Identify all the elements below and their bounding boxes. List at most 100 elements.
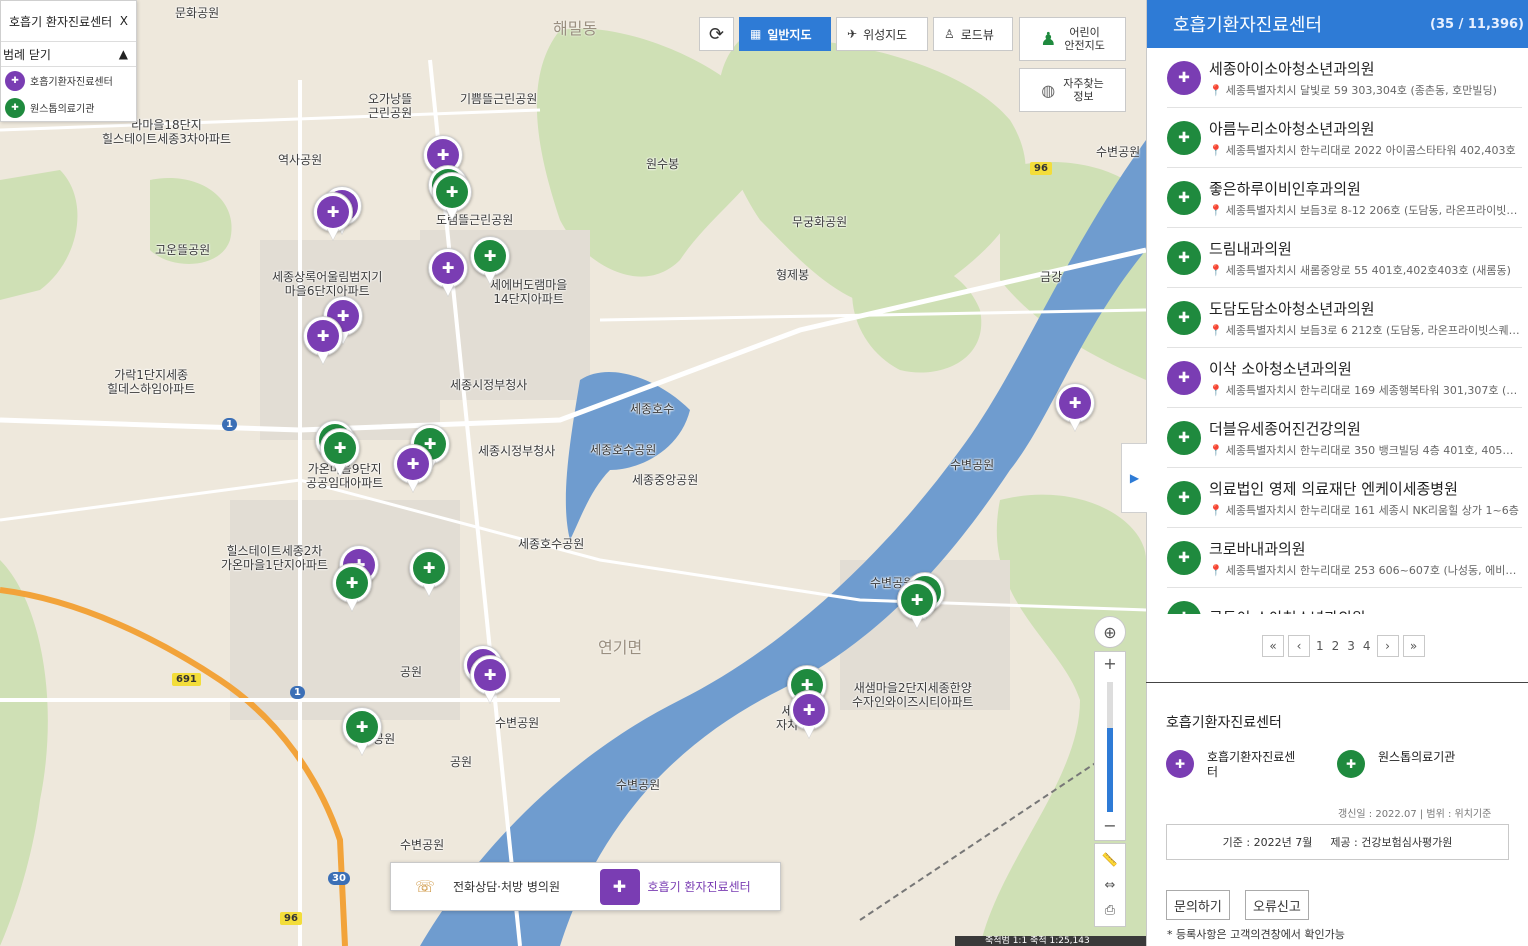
respiratory-center-marker[interactable]: ✚	[428, 248, 472, 300]
medical-kit-icon: ✚	[1167, 540, 1201, 575]
clinic-list-item[interactable]: ✚ 곰돌이 소아청소년과의원	[1167, 588, 1522, 614]
sidebar-divider	[1146, 682, 1528, 683]
map-type-label: 로드뷰	[960, 27, 994, 42]
page-2[interactable]: 2	[1330, 639, 1342, 653]
onestop-clinic-marker[interactable]: ✚	[409, 548, 453, 600]
clinic-address: 📍 세종특별자치시 한누리대로 169 세종행복타워 301,307호 (나성동)	[1209, 382, 1522, 398]
respiratory-center-filter-button[interactable]: ✚ 호흡기 환자진료센터	[586, 863, 781, 910]
ruler-icon[interactable]: 📏	[1102, 853, 1118, 868]
child-safety-icon: ♟	[1040, 28, 1057, 50]
place-label: 역사공원	[278, 153, 323, 167]
onestop-clinic-marker[interactable]: ✚	[432, 172, 476, 224]
onestop-clinic-marker[interactable]: ✚	[332, 563, 376, 615]
doctor-icon: ✚	[1167, 360, 1201, 395]
legend-item-onestop: ✚ 원스톱의료기관	[1, 94, 136, 121]
onestop-clinic-marker[interactable]: ✚	[897, 580, 941, 632]
clinic-list-item[interactable]: ✚ 도담도담소아청소년과의원 📍 세종특별자치시 보듬3로 6 212호 (도담동, …	[1167, 288, 1522, 348]
onestop-clinic-marker[interactable]: ✚	[342, 707, 386, 759]
sidebar-legend-label: 원스톱의료기관	[1378, 750, 1456, 764]
clinic-list-item[interactable]: ✚ 더블유세종어진건강의원 📍 세종특별자치시 한누리대로 350 뱅크빌딩 4층 4…	[1167, 408, 1522, 468]
respiratory-center-marker[interactable]: ✚	[1055, 383, 1099, 435]
sidebar-collapse-button[interactable]: ▶	[1121, 443, 1147, 513]
last-page-button[interactable]: »	[1402, 635, 1425, 657]
place-label: 공원	[400, 665, 423, 679]
legend-item-label: 원스톱의료기관	[30, 104, 95, 115]
map-type-general-button[interactable]: ▦ 일반지도	[739, 17, 831, 51]
page-4[interactable]: 4	[1361, 639, 1373, 653]
medical-kit-icon: ✚	[1337, 750, 1365, 778]
map-type-roadview-button[interactable]: ♙ 로드뷰	[933, 17, 1013, 51]
child-safety-map-button[interactable]: ♟ 어린이 안전지도	[1019, 17, 1126, 61]
page-1[interactable]: 1	[1314, 639, 1326, 653]
clinic-name: 이삭 소아청소년과의원	[1209, 359, 1352, 378]
footnote: * 등록사항은 고객의견창에서 확인가능	[1167, 928, 1345, 941]
clinic-list-item[interactable]: ✚ 의료법인 영제 의료재단 엔케이세종병원 📍 세종특별자치시 한누리대로 161 …	[1167, 468, 1522, 528]
zoom-slider[interactable]	[1107, 682, 1113, 812]
zoom-in-button[interactable]: +	[1103, 654, 1116, 673]
refresh-button[interactable]: ⟳	[699, 17, 734, 51]
respiratory-center-marker[interactable]: ✚	[313, 192, 357, 244]
clinic-name: 곰돌이 소아청소년과의원	[1209, 607, 1522, 614]
place-label: 형제봉	[776, 268, 810, 282]
clinic-info: 곰돌이 소아청소년과의원	[1209, 607, 1522, 614]
phone-consult-icon: ☏	[414, 877, 435, 896]
person-icon: ♙	[944, 27, 955, 41]
legend-section-title: 호흡기환자진료센터	[1166, 715, 1282, 731]
clinic-info: 드림내과의원 📍 세종특별자치시 새롬중앙로 55 401호,402호403호 (새…	[1209, 238, 1522, 278]
location-pin-icon: 📍	[1209, 263, 1223, 277]
address-text: 세종특별자치시 달빛로 59 303,304호 (종촌동, 호만빌딩)	[1225, 83, 1497, 97]
prev-page-button[interactable]: ‹	[1288, 635, 1310, 657]
first-page-button[interactable]: «	[1262, 635, 1284, 657]
clinic-list-item[interactable]: ✚ 드림내과의원 📍 세종특별자치시 새롬중앙로 55 401호,402호403호 (…	[1167, 228, 1522, 288]
address-text: 세종특별자치시 한누리대로 253 606~607호 (나성동, 에비뉴힐)	[1225, 563, 1522, 577]
address-text: 세종특별자치시 한누리대로 350 뱅크빌딩 4층 401호, 405호 (어진…	[1225, 443, 1522, 457]
map-canvas[interactable]: 문화공원 해밀동 오가낭뜰 근린공원 기쁨뜰근린공원 라마을18단지 힐스테이트세종3차…	[0, 0, 1146, 946]
clinic-list-item[interactable]: ✚ 크로바내과의원 📍 세종특별자치시 한누리대로 253 606~607호 (나성동…	[1167, 528, 1522, 588]
pagination: « ‹ 1 2 3 4 › »	[1262, 633, 1425, 659]
onestop-clinic-marker[interactable]: ✚	[470, 236, 514, 288]
address-text: 세종특별자치시 보듬3로 8-12 206호 (도담동, 라온프라이빗스퀘어)	[1225, 203, 1522, 217]
location-pin-icon: 📍	[1209, 503, 1223, 517]
location-pin-icon: 📍	[1209, 143, 1223, 157]
clinic-list-item[interactable]: ✚ 아름누리소아청소년과의원 📍 세종특별자치시 한누리대로 2022 아이콤스타타워…	[1167, 108, 1522, 168]
clinic-list-item[interactable]: ✚ 세종아이소아청소년과의원 📍 세종특별자치시 달빛로 59 303,304호 (종…	[1167, 48, 1522, 108]
mask-icon: ◍	[1041, 80, 1056, 100]
map-type-satellite-button[interactable]: ✈ 위성지도	[836, 17, 928, 51]
respiratory-center-marker[interactable]: ✚	[393, 444, 437, 496]
clinic-list-item[interactable]: ✚ 이삭 소아청소년과의원 📍 세종특별자치시 한누리대로 169 세종행복타워 30…	[1167, 348, 1522, 408]
location-pin-icon: 📍	[1209, 563, 1223, 577]
source-provider: 제공 : 건강보험심사평가원	[1330, 836, 1453, 849]
phone-consult-filter-button[interactable]: ☏ 전화상담·처방 병의원	[391, 863, 586, 910]
map-tools: 📏 ⇔ ⎙	[1094, 843, 1126, 927]
respiratory-center-marker[interactable]: ✚	[470, 655, 514, 707]
respiratory-center-marker[interactable]: ✚	[303, 316, 347, 368]
next-page-button[interactable]: ›	[1376, 635, 1399, 657]
clinic-address: 📍 세종특별자치시 보듬3로 6 212호 (도담동, 라온프라이빗스퀘어)	[1209, 322, 1522, 338]
clinic-address: 📍 세종특별자치시 보듬3로 8-12 206호 (도담동, 라온프라이빗스퀘어)	[1209, 202, 1522, 218]
my-location-button[interactable]: ⊕	[1094, 616, 1126, 648]
place-label: 세종중앙공원	[632, 473, 699, 487]
place-label: 원수봉	[646, 157, 680, 171]
frequent-info-button[interactable]: ◍ 자주찾는 정보	[1019, 68, 1126, 112]
zoom-out-button[interactable]: −	[1100, 816, 1120, 835]
clinic-list[interactable]: ✚ 세종아이소아청소년과의원 📍 세종특별자치시 달빛로 59 303,304호 (종…	[1167, 48, 1522, 614]
print-icon[interactable]: ⎙	[1105, 903, 1115, 918]
medical-kit-icon: ✚	[1167, 180, 1201, 215]
respiratory-center-marker[interactable]: ✚	[789, 690, 833, 742]
area-measure-icon[interactable]: ⇔	[1105, 878, 1116, 893]
onestop-clinic-marker[interactable]: ✚	[320, 428, 364, 480]
zoom-level-fill	[1107, 727, 1113, 812]
legend-close-button[interactable]: X	[120, 14, 128, 28]
clinic-list-item[interactable]: ✚ 좋은하루이비인후과의원 📍 세종특별자치시 보듬3로 8-12 206호 (도담동…	[1167, 168, 1522, 228]
chevron-up-icon: ▲	[118, 47, 128, 61]
route-shield: 96	[1030, 162, 1052, 175]
page-3[interactable]: 3	[1345, 639, 1357, 653]
legend-toggle-button[interactable]: 범례 닫기 ▲	[1, 41, 136, 67]
clinic-address: 📍 세종특별자치시 새롬중앙로 55 401호,402호403호 (새롬동)	[1209, 262, 1522, 278]
doctor-icon: ✚	[1167, 60, 1201, 95]
address-text: 세종특별자치시 한누리대로 169 세종행복타워 301,307호 (나성동)	[1225, 383, 1522, 397]
clinic-info: 더블유세종어진건강의원 📍 세종특별자치시 한누리대로 350 뱅크빌딩 4층 40…	[1209, 418, 1522, 458]
place-label: 해밀동	[553, 19, 598, 38]
report-error-button[interactable]: 오류신고	[1245, 890, 1309, 920]
inquiry-button[interactable]: 문의하기	[1166, 890, 1230, 920]
